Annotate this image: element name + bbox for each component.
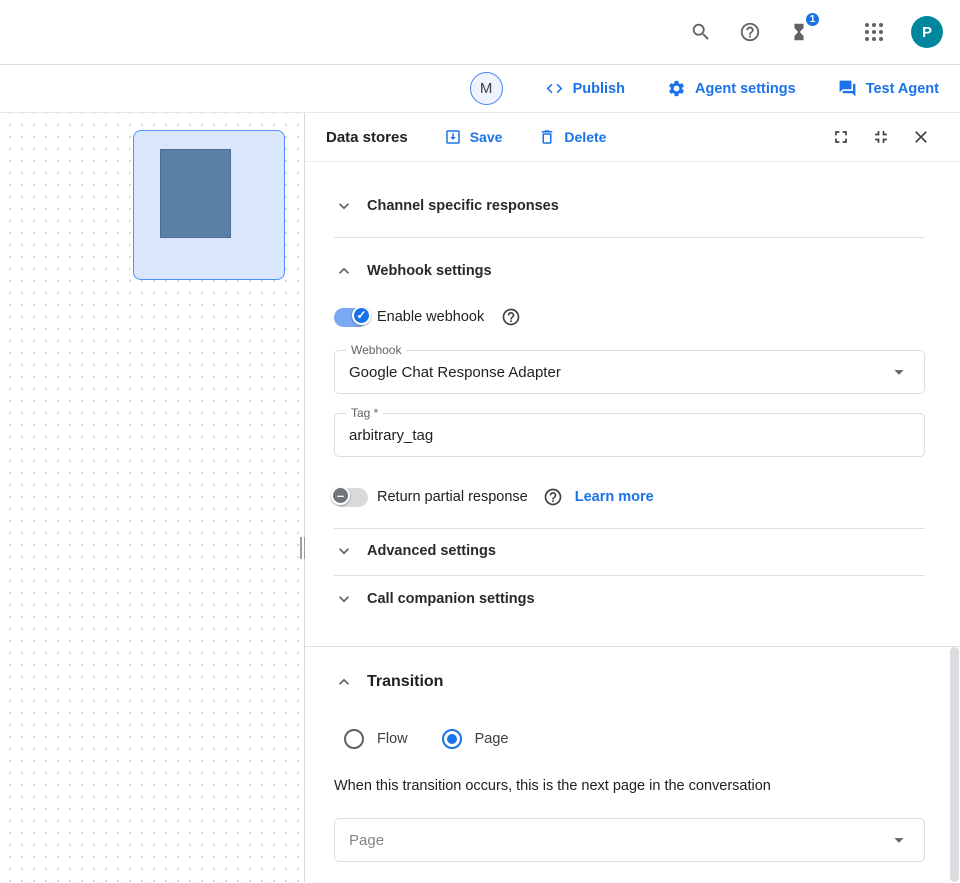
transition-target-radio-group: Flow Page [334,728,925,750]
search-icon[interactable] [681,12,721,52]
save-button[interactable]: Save [444,128,503,146]
tag-input-label: Tag * [346,406,383,420]
agent-settings-button[interactable]: Agent settings [655,71,808,106]
enable-webhook-label: Enable webhook [377,309,484,325]
transition-label: Transition [367,673,443,691]
partial-response-row: – Return partial response Learn more [334,486,925,508]
delete-label: Delete [564,129,606,145]
panel-resize-handle[interactable] [300,537,309,559]
data-stores-panel: Data stores Save Delete [305,113,960,882]
pending-changes-notification-icon[interactable]: 1 [779,12,819,52]
test-agent-label: Test Agent [866,81,939,97]
section-label: Call companion settings [367,591,535,607]
partial-response-label: Return partial response [377,489,528,505]
delete-button[interactable]: Delete [538,128,606,146]
page-radio[interactable] [442,729,462,749]
agent-settings-label: Agent settings [695,81,796,97]
flow-canvas[interactable] [0,113,305,882]
panel-header: Data stores Save Delete [305,113,960,162]
page-select[interactable]: Page [334,818,925,862]
help-circle-icon[interactable] [501,307,521,327]
section-label: Advanced settings [367,543,496,559]
flow-radio[interactable] [344,729,364,749]
chevron-up-icon [334,672,354,692]
main-area: Data stores Save Delete [0,113,960,882]
publish-button[interactable]: Publish [533,71,637,106]
section-webhook-settings[interactable]: Webhook settings [334,259,925,283]
code-icon [545,79,564,98]
chevron-up-icon [334,261,354,281]
test-agent-button[interactable]: Test Agent [826,71,951,106]
tag-input-value: arbitrary_tag [349,427,433,444]
section-label: Channel specific responses [367,198,559,214]
flow-radio-label: Flow [377,731,408,747]
chevron-down-icon [334,589,354,609]
enable-webhook-toggle[interactable]: ✓ [334,308,368,327]
agent-avatar[interactable]: M [470,72,503,105]
divider [334,528,925,529]
divider [334,575,925,576]
section-transition[interactable]: Transition [334,668,925,696]
flow-node-preview [160,149,231,238]
chat-icon [838,79,857,98]
publish-label: Publish [573,81,625,97]
toggle-check-icon: ✓ [352,306,371,325]
help-icon[interactable] [730,12,770,52]
section-call-companion-settings[interactable]: Call companion settings [334,587,925,611]
notification-badge: 1 [804,11,821,28]
save-icon [444,128,462,146]
chevron-down-icon [334,196,354,216]
transition-description: When this transition occurs, this is the… [334,778,925,794]
save-label: Save [470,129,503,145]
flow-node[interactable] [133,130,285,280]
panel-window-controls [826,122,936,152]
panel-body: Channel specific responses Webhook setti… [305,194,960,862]
section-channel-specific-responses[interactable]: Channel specific responses [334,194,925,218]
webhook-select-label: Webhook [346,343,406,357]
section-label: Webhook settings [367,263,492,279]
page-select-placeholder: Page [349,832,384,849]
gear-icon [667,79,686,98]
exit-fullscreen-icon[interactable] [866,122,896,152]
panel-title: Data stores [326,129,408,146]
tag-input[interactable]: Tag * arbitrary_tag [334,413,925,457]
top-app-bar: 1 P [0,0,960,65]
agent-toolbar: M Publish Agent settings Test Agent [0,65,960,113]
page-radio-label: Page [475,731,509,747]
close-icon[interactable] [906,122,936,152]
dropdown-arrow-icon [888,361,910,383]
webhook-select-value: Google Chat Response Adapter [349,364,561,381]
toggle-minus-icon: – [331,486,350,505]
help-circle-icon[interactable] [543,487,563,507]
apps-grid-dots [865,23,883,41]
user-avatar[interactable]: P [911,16,943,48]
dropdown-arrow-icon [888,829,910,851]
fullscreen-icon[interactable] [826,122,856,152]
enable-webhook-row: ✓ Enable webhook [334,306,925,328]
divider [334,237,925,238]
section-advanced-settings[interactable]: Advanced settings [334,539,925,563]
apps-grid-icon[interactable] [854,12,894,52]
trash-icon [538,128,556,146]
webhook-select[interactable]: Webhook Google Chat Response Adapter [334,350,925,394]
partial-response-toggle[interactable]: – [334,488,368,507]
learn-more-link[interactable]: Learn more [575,489,654,505]
chevron-down-icon [334,541,354,561]
divider-full-width [305,646,960,647]
panel-scrollbar[interactable] [950,647,959,882]
